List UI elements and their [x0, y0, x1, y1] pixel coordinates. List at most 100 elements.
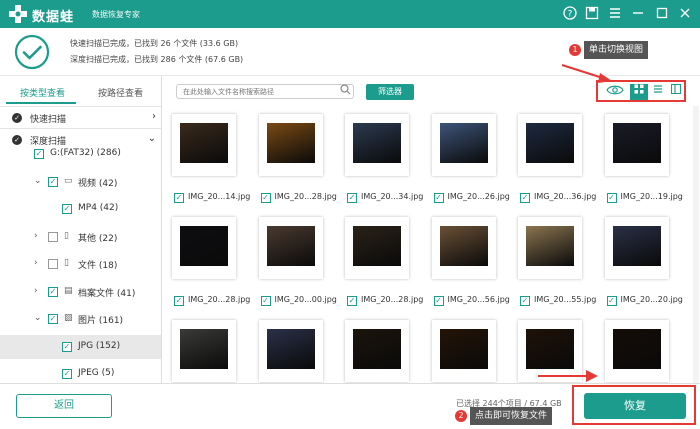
- file-checkbox[interactable]: ✓: [520, 193, 530, 203]
- tree-item[interactable]: ⌄ ✓ ▭ 视频 (42): [0, 170, 161, 194]
- file-checkbox[interactable]: ✓: [347, 296, 357, 306]
- thumbnail[interactable]: [258, 217, 323, 279]
- thumbnail[interactable]: [604, 217, 669, 279]
- file-checkbox[interactable]: ✓: [174, 193, 184, 203]
- tree-checkbox[interactable]: ✓: [34, 149, 44, 159]
- file-tile[interactable]: ✓ IMG_20...20.jpg: [604, 209, 691, 311]
- file-checkbox[interactable]: ✓: [260, 296, 271, 306]
- tree-item[interactable]: ⌄ ✓ ▨ 图片 (161): [0, 307, 161, 331]
- chevron-right-icon[interactable]: ›: [34, 231, 38, 241]
- tree-item[interactable]: ✓ G:(FAT32) (286): [0, 142, 161, 166]
- check-icon: ✓: [12, 113, 22, 123]
- tree-checkbox[interactable]: [48, 231, 58, 242]
- list-view-icon[interactable]: [649, 84, 667, 100]
- file-checkbox[interactable]: ✓: [260, 193, 271, 203]
- file-tile[interactable]: ✓ IMG_20...28.jpg: [345, 209, 431, 311]
- maximize-icon[interactable]: [655, 6, 669, 20]
- file-checkbox[interactable]: ✓: [433, 193, 444, 203]
- chevron-right-icon[interactable]: ›: [34, 258, 38, 268]
- file-tile[interactable]: ✓ IMG_20...14.jpg: [172, 106, 258, 208]
- thumbnail[interactable]: [431, 217, 496, 279]
- tree-checkbox[interactable]: ✓: [62, 341, 72, 352]
- thumbnail[interactable]: [518, 217, 582, 279]
- quick-scan-row[interactable]: ✓ 快速扫描 ›: [0, 106, 161, 128]
- doc-icon: ▯: [64, 258, 69, 268]
- file-tile[interactable]: ✓ IMG_20...56.jpg: [431, 209, 518, 311]
- recover-button[interactable]: 恢复: [584, 393, 686, 419]
- back-button[interactable]: 返回: [16, 394, 112, 418]
- file-tile[interactable]: [604, 312, 691, 383]
- tree-item[interactable]: › ✓ ▤ 档案文件 (41): [0, 280, 161, 304]
- tree-checkbox[interactable]: ✓: [48, 314, 58, 324]
- photo-preview: [266, 329, 315, 369]
- menu-icon[interactable]: [608, 6, 622, 20]
- file-tile[interactable]: ✓ IMG_20...19.jpg: [604, 106, 691, 208]
- app-name: 数据蛙: [32, 10, 75, 25]
- file-tile[interactable]: ✓ IMG_20...55.jpg: [518, 209, 604, 311]
- tree-item[interactable]: ✓ JPG (152): [0, 334, 161, 359]
- thumbnail[interactable]: [604, 320, 669, 382]
- tab-by-path[interactable]: 按路径查看: [98, 86, 143, 99]
- file-checkbox[interactable]: ✓: [606, 193, 617, 203]
- thumbnail[interactable]: [518, 114, 582, 176]
- file-tile[interactable]: [345, 312, 431, 383]
- chevron-right-icon[interactable]: ›: [34, 286, 38, 296]
- chevron-down-icon[interactable]: ⌄: [34, 176, 42, 186]
- search-input[interactable]: [176, 84, 354, 99]
- grid-view-icon[interactable]: [630, 84, 648, 100]
- minimize-icon[interactable]: [631, 6, 645, 20]
- photo-preview: [439, 226, 488, 266]
- detail-view-icon[interactable]: [667, 83, 685, 100]
- thumbnail[interactable]: [258, 114, 323, 176]
- file-tile[interactable]: [258, 312, 345, 383]
- file-checkbox[interactable]: ✓: [433, 296, 444, 306]
- thumbnail[interactable]: [172, 114, 236, 176]
- file-tile[interactable]: ✓ IMG_20...28.jpg: [172, 209, 258, 311]
- search-icon[interactable]: [340, 84, 351, 98]
- file-name: IMG_20...14.jpg: [188, 192, 251, 201]
- arrow-to-view-switch: [561, 64, 612, 83]
- thumbnail[interactable]: [431, 114, 496, 176]
- thumbnail[interactable]: [258, 320, 323, 382]
- file-tile[interactable]: ✓ IMG_20...28.jpg: [258, 106, 345, 208]
- thumbnail[interactable]: [431, 320, 496, 382]
- close-icon[interactable]: [678, 6, 692, 20]
- thumbnail[interactable]: [604, 114, 669, 176]
- save-icon[interactable]: [585, 6, 599, 20]
- file-tile[interactable]: [172, 312, 258, 383]
- file-checkbox[interactable]: ✓: [347, 193, 357, 203]
- file-tile[interactable]: ✓ IMG_20...00.jpg: [258, 209, 345, 311]
- file-name: IMG_20...28.jpg: [361, 295, 424, 304]
- file-tile[interactable]: ✓ IMG_20...26.jpg: [431, 106, 518, 208]
- preview-eye-icon[interactable]: [604, 84, 626, 100]
- file-checkbox[interactable]: ✓: [606, 296, 617, 306]
- tree-item-label: MP4 (42): [78, 203, 119, 213]
- file-checkbox[interactable]: ✓: [520, 296, 530, 306]
- grid-scrollbar[interactable]: [693, 106, 699, 383]
- chevron-right-icon: ›: [152, 111, 156, 122]
- filter-button[interactable]: 筛选器: [366, 84, 414, 100]
- file-tile[interactable]: [431, 312, 518, 383]
- tree-item[interactable]: ✓ MP4 (42): [0, 197, 161, 221]
- tree-checkbox[interactable]: ✓: [48, 176, 58, 187]
- file-tile[interactable]: ✓ IMG_20...36.jpg: [518, 106, 604, 208]
- tree-item[interactable]: › ▯ 其他 (22): [0, 225, 161, 249]
- tree-checkbox[interactable]: ✓: [62, 369, 72, 379]
- thumbnail[interactable]: [345, 217, 409, 279]
- tree-checkbox[interactable]: [48, 259, 58, 269]
- thumbnail[interactable]: [172, 217, 236, 279]
- thumbnail[interactable]: [345, 320, 409, 382]
- tree-item[interactable]: ✓ JPEG (5): [0, 362, 161, 383]
- file-checkbox[interactable]: ✓: [174, 296, 184, 306]
- tree-checkbox[interactable]: ✓: [48, 286, 58, 297]
- thumbnail[interactable]: [345, 114, 409, 176]
- chevron-down-icon[interactable]: ⌄: [34, 313, 42, 323]
- tree-checkbox[interactable]: ✓: [62, 204, 72, 214]
- tree-item[interactable]: › ▯ 文件 (18): [0, 252, 161, 276]
- help-icon[interactable]: ?: [563, 6, 577, 20]
- file-name: IMG_20...56.jpg: [447, 295, 510, 304]
- tab-by-type[interactable]: 按类型查看: [20, 86, 65, 99]
- file-tile[interactable]: ✓ IMG_20...34.jpg: [345, 106, 431, 208]
- thumbnail[interactable]: [172, 320, 236, 382]
- file-name: IMG_20...26.jpg: [447, 192, 510, 201]
